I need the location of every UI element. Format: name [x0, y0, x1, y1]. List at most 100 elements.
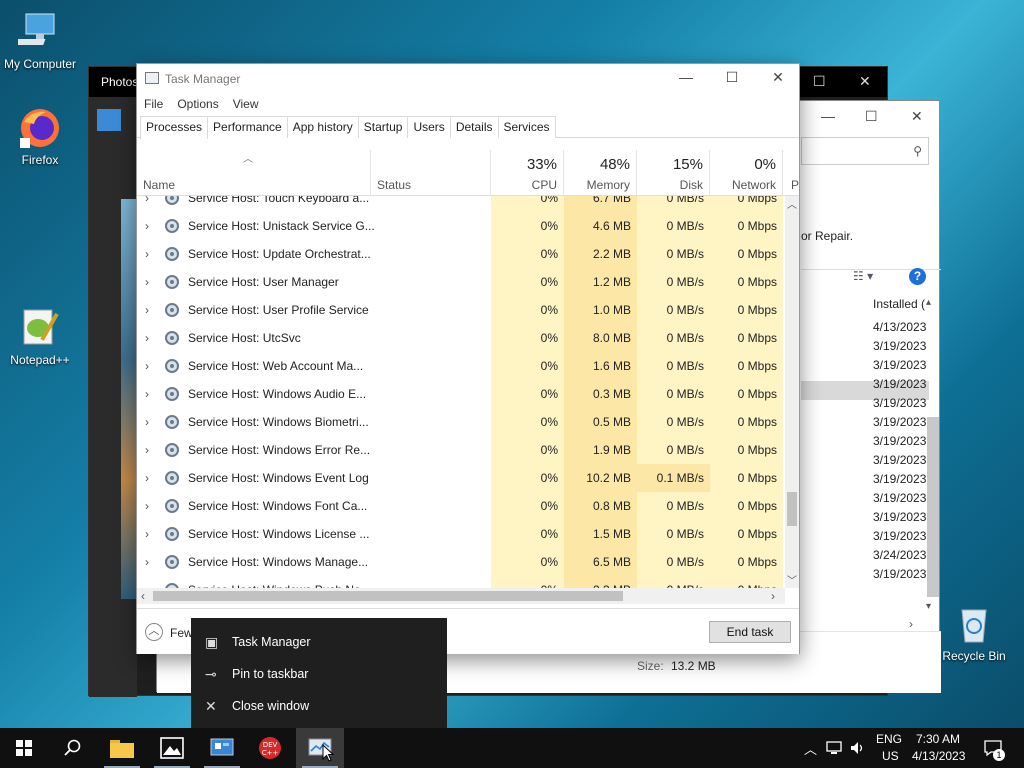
clock-time[interactable]: 7:30 AM [916, 732, 960, 746]
process-row[interactable]: › Service Host: Touch Keyboard a... 0% 6.7 … [137, 196, 785, 212]
menu-options[interactable]: Options [177, 94, 218, 116]
taskbar-file-explorer[interactable] [98, 728, 146, 768]
clock-date[interactable]: 4/13/2023 [912, 749, 965, 763]
expand-chevron-icon[interactable]: › [145, 520, 149, 548]
language-indicator-top[interactable]: ENG [876, 732, 902, 746]
vertical-scrollbar[interactable]: ︿ ﹀ [785, 196, 799, 588]
process-row[interactable]: › Service Host: Windows Biometri... 0% 0.5 … [137, 408, 785, 436]
fewer-details-link[interactable]: Few [170, 626, 193, 640]
desktop-icon-recycle-bin[interactable]: Recycle Bin [934, 602, 1014, 663]
horizontal-scrollbar-thumb[interactable] [153, 591, 623, 601]
minimize-icon[interactable]: — [671, 69, 701, 85]
start-button[interactable] [0, 728, 48, 768]
expand-chevron-icon[interactable]: › [145, 196, 149, 212]
process-row[interactable]: › Service Host: Windows Error Re... 0% 1.9 … [137, 436, 785, 464]
process-row[interactable]: › Service Host: Windows Font Ca... 0% 0.8 M… [137, 492, 785, 520]
installed-on-header[interactable]: Installed ( [873, 297, 929, 311]
programs-close-icon[interactable]: ✕ [911, 108, 923, 125]
process-row[interactable]: › Service Host: Update Orchestrat... 0% 2.2… [137, 240, 785, 268]
tab-services[interactable]: Services [497, 116, 556, 138]
column-header-power[interactable]: P [783, 150, 799, 196]
help-icon[interactable]: ? [909, 268, 926, 285]
expand-chevron-icon[interactable]: › [145, 352, 149, 380]
task-manager-window[interactable]: Task Manager — ☐ ✕ File Options View Pro… [136, 63, 800, 654]
scroll-left-icon[interactable]: ‹ [141, 589, 145, 603]
scrollbar-thumb[interactable] [787, 492, 797, 526]
desktop-icon-my-computer[interactable]: My Computer [0, 10, 80, 71]
maximize-icon[interactable]: ☐ [717, 69, 747, 86]
view-options-icon[interactable]: ☷ ▾ [853, 269, 873, 283]
expand-chevron-icon[interactable]: › [145, 576, 149, 588]
tab-details[interactable]: Details [449, 116, 499, 138]
language-indicator-bottom[interactable]: US [882, 749, 899, 763]
expand-chevron-icon[interactable]: › [145, 464, 149, 492]
expand-chevron-icon[interactable]: › [145, 548, 149, 576]
expand-chevron-icon[interactable]: › [145, 436, 149, 464]
close-icon[interactable]: ✕ [763, 69, 793, 86]
scroll-up-icon[interactable]: ▴ [926, 297, 931, 308]
process-row[interactable]: › Service Host: Windows Event Log 0% 10.2 M… [137, 464, 785, 492]
scroll-down-icon[interactable]: ▾ [926, 601, 931, 612]
menu-view[interactable]: View [233, 94, 259, 116]
tab-users[interactable]: Users [407, 116, 451, 138]
expand-chevron-icon[interactable]: › [145, 212, 149, 240]
expand-chevron-icon[interactable]: › [145, 324, 149, 352]
column-header-memory[interactable]: 48% Memory [564, 150, 637, 196]
end-task-button[interactable]: End task [709, 621, 791, 643]
tab-performance[interactable]: Performance [207, 116, 288, 138]
process-name: Service Host: Windows Push No... [188, 576, 371, 588]
scroll-right-icon[interactable]: › [771, 589, 775, 603]
expand-chevron-icon[interactable]: › [145, 240, 149, 268]
photos-close-icon[interactable]: ✕ [859, 73, 871, 90]
programs-search-box[interactable]: ⚲ [801, 137, 929, 165]
show-hidden-icons[interactable]: ︿ [804, 739, 817, 758]
process-row[interactable]: › Service Host: Windows License ... 0% 1.5 … [137, 520, 785, 548]
scroll-up-icon[interactable]: ︿ [787, 196, 797, 211]
programs-scrollbar-thumb[interactable] [927, 417, 939, 597]
process-row[interactable]: › Service Host: Windows Push No... 0%2.3 M… [137, 576, 785, 588]
column-header-disk[interactable]: 15% Disk [637, 150, 710, 196]
network-icon[interactable] [826, 741, 842, 755]
process-row[interactable]: › Service Host: UtcSvc 0% 8.0 MB 0 MB/s 0 Mbp… [137, 324, 785, 352]
process-memory: 0.5 MB [592, 415, 631, 429]
process-row[interactable]: › Service Host: Windows Audio E... 0% 0.3 M… [137, 380, 785, 408]
taskbar-photos[interactable] [148, 728, 196, 768]
expand-chevron-icon[interactable]: › [145, 296, 149, 324]
expand-chevron-icon[interactable]: › [145, 408, 149, 436]
photos-maximize-icon[interactable]: ☐ [813, 73, 826, 90]
desktop-icon-firefox[interactable]: Firefox [0, 106, 80, 167]
search-button[interactable] [48, 728, 96, 768]
process-row[interactable]: › Service Host: Windows Manage... 0% 6.5 MB… [137, 548, 785, 576]
process-row[interactable]: › Service Host: Unistack Service G... 0% 4.… [137, 212, 785, 240]
tab-app-history[interactable]: App history [286, 116, 359, 138]
taskbar-devcpp[interactable]: DEV C++ [246, 728, 294, 768]
expand-chevron-icon[interactable]: › [145, 268, 149, 296]
column-header-name[interactable]: ︿ Name [137, 150, 371, 196]
column-header-network[interactable]: 0% Network [710, 150, 783, 196]
process-row[interactable]: › Service Host: Web Account Ma... 0% 1.6 MB… [137, 352, 785, 380]
process-row[interactable]: › Service Host: User Manager 0% 1.2 MB 0 MB/… [137, 268, 785, 296]
horizontal-scrollbar[interactable]: ‹ › [137, 588, 785, 604]
scroll-down-icon[interactable]: ﹀ [787, 572, 797, 587]
scroll-right-icon[interactable]: › [909, 617, 913, 631]
column-header-cpu[interactable]: 33% CPU [491, 150, 564, 196]
jump-item-pin-to-taskbar[interactable]: ⊸ Pin to taskbar [191, 658, 447, 690]
fewer-details-icon[interactable]: ︿ [145, 623, 163, 641]
programs-minimize-icon[interactable]: — [821, 108, 835, 124]
tab-processes[interactable]: Processes [140, 116, 209, 139]
expand-chevron-icon[interactable]: › [145, 380, 149, 408]
process-row[interactable]: › Service Host: User Profile Service 0% 1.0… [137, 296, 785, 324]
volume-icon[interactable] [850, 740, 866, 756]
programs-maximize-icon[interactable]: ☐ [865, 108, 878, 125]
column-header-status[interactable]: Status [371, 150, 491, 196]
tab-startup[interactable]: Startup [357, 116, 409, 138]
menu-file[interactable]: File [144, 94, 163, 116]
process-memory: 0.8 MB [592, 499, 631, 513]
process-network: 0 Mbps [737, 219, 777, 233]
jump-item-close-window[interactable]: ✕ Close window [191, 690, 447, 722]
taskbar-task-manager[interactable] [296, 728, 344, 768]
taskbar-control-panel[interactable] [198, 728, 246, 768]
jump-item-task-manager[interactable]: ▣ Task Manager [191, 626, 447, 658]
expand-chevron-icon[interactable]: › [145, 492, 149, 520]
desktop-icon-notepadpp[interactable]: Notepad++ [0, 306, 80, 367]
